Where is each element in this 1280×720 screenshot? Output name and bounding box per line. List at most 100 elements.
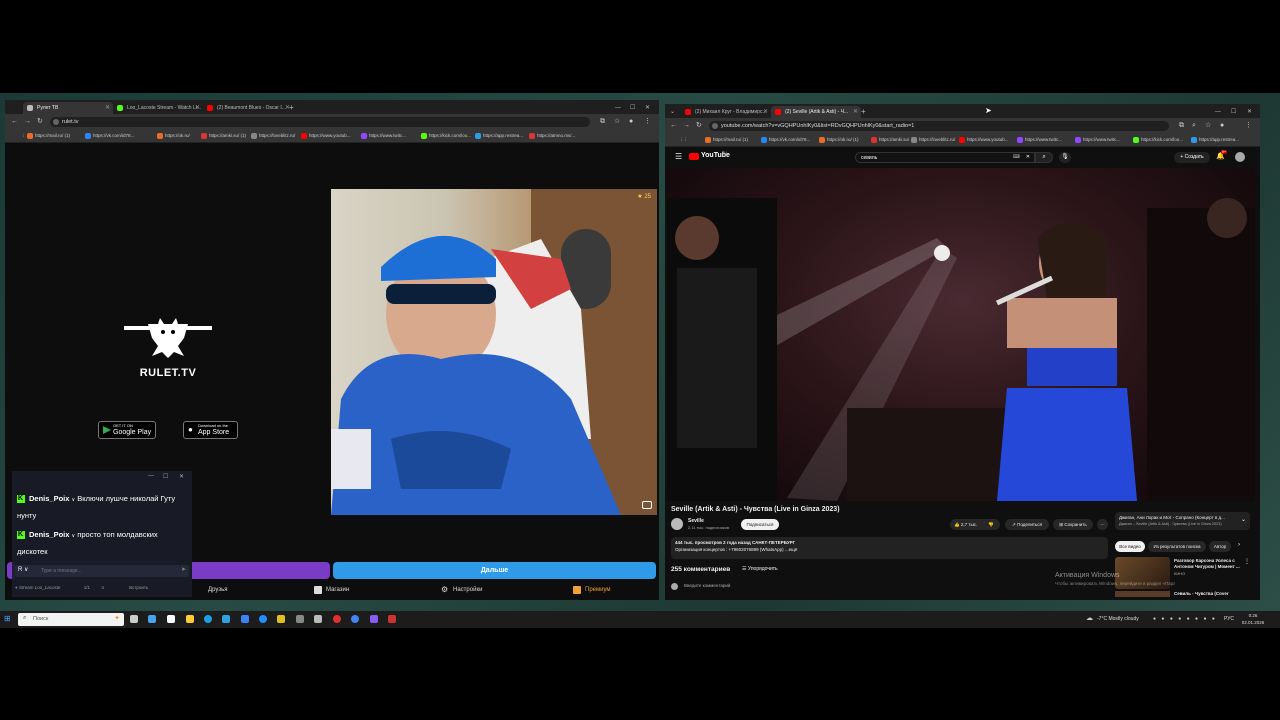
close-icon[interactable]: ✕ bbox=[105, 102, 110, 114]
bookmark-item[interactable]: https://www.youtub... bbox=[301, 131, 351, 141]
chat-username[interactable]: Denis_Poix bbox=[29, 530, 69, 539]
bookmark-item[interactable]: https://loveblitz.ru/ bbox=[251, 131, 295, 141]
clear-search-icon[interactable]: ✕ bbox=[1026, 154, 1030, 160]
next-button[interactable]: Дальше bbox=[333, 562, 656, 579]
more-options-icon[interactable]: ⋮ bbox=[1244, 558, 1250, 565]
bookmark-item[interactable]: https://www.twitc... bbox=[361, 131, 406, 141]
like-button[interactable]: 👍 2,7 тыс. 👎 bbox=[950, 519, 1000, 530]
app-icon[interactable] bbox=[296, 615, 304, 623]
bookmark-item[interactable]: https://loveblitz.ru/ bbox=[911, 135, 955, 145]
stop-button[interactable] bbox=[192, 562, 330, 579]
minimize-icon[interactable]: — bbox=[615, 102, 621, 114]
chevron-down-icon[interactable]: ⌄ bbox=[1241, 516, 1246, 523]
obs-icon[interactable] bbox=[333, 615, 341, 623]
tab-youtube[interactable]: (2) Beaumont Blues - Oscar I... ✕ bbox=[203, 102, 293, 114]
weather-icon[interactable]: ☁ bbox=[1086, 615, 1093, 623]
bookmark-apps-icon[interactable]: ⋮⋮ bbox=[671, 135, 688, 145]
close-icon[interactable]: ✕ bbox=[853, 106, 858, 118]
close-icon[interactable]: ✕ bbox=[195, 102, 200, 114]
recommended-title-2[interactable]: Севиль - Чувства (Cover bbox=[1174, 591, 1229, 596]
bookmark-item[interactable]: https://kick.com/loo... bbox=[1133, 135, 1183, 145]
clock[interactable]: 0:26 02.01.2026 bbox=[1238, 612, 1268, 626]
maximize-icon[interactable]: ☐ bbox=[1231, 106, 1236, 118]
task-view-icon[interactable] bbox=[130, 615, 138, 623]
menu-icon[interactable]: ⋮ bbox=[644, 117, 651, 127]
edge-icon[interactable] bbox=[204, 615, 212, 623]
bookmark-item[interactable]: https://amki.su/ (1) bbox=[201, 131, 246, 141]
chat-close-icon[interactable]: ✕ bbox=[179, 473, 184, 480]
url-input[interactable]: youtube.com/watch?v=vGQHPUnhlKy0&list=RD… bbox=[709, 121, 1169, 131]
recommended-title[interactable]: Разговор Карсона Уолеса с Антоном Чигуро… bbox=[1174, 558, 1240, 569]
media-icon[interactable] bbox=[167, 615, 175, 623]
back-icon[interactable]: ← bbox=[670, 121, 677, 131]
extension-icon[interactable]: ⧉ bbox=[1179, 121, 1184, 131]
bookmark-item[interactable]: https://kick.com/loo... bbox=[421, 131, 471, 141]
tab-youtube-krug[interactable]: (2) Михаил Круг - Владимирс... ✕ bbox=[681, 106, 771, 118]
avatar[interactable] bbox=[1235, 152, 1245, 162]
reload-icon[interactable]: ↻ bbox=[37, 117, 43, 127]
chip-all-videos[interactable]: Все видео bbox=[1115, 541, 1145, 552]
chat-username[interactable]: Denis_Poix bbox=[29, 494, 69, 503]
tab-kick[interactable]: Loo_Lacoste Stream - Watch Li... ✕ bbox=[113, 102, 203, 114]
tab-rulet[interactable]: Рулет ТВ ✕ bbox=[23, 102, 113, 114]
zoom-icon[interactable]: ⌕ bbox=[1192, 121, 1196, 131]
youtube-video-player[interactable] bbox=[667, 168, 1255, 501]
recommended-thumbnail-2[interactable] bbox=[1115, 591, 1170, 597]
minimize-icon[interactable]: — bbox=[1215, 106, 1221, 118]
new-tab-icon[interactable]: + bbox=[861, 106, 866, 118]
google-play-button[interactable]: GET IT ON Google Play bbox=[98, 421, 156, 439]
youtube-search-input[interactable]: севиль ⌨ ✕ bbox=[855, 152, 1035, 163]
youtube-logo-icon[interactable] bbox=[689, 153, 699, 160]
save-button[interactable]: ⊞ Сохранить bbox=[1053, 519, 1093, 530]
maximize-icon[interactable]: ☐ bbox=[630, 102, 635, 114]
telegram-icon[interactable] bbox=[222, 615, 230, 623]
bookmark-star-icon[interactable]: ☆ bbox=[614, 117, 620, 127]
file-explorer-icon[interactable] bbox=[186, 615, 194, 623]
keyboard-icon[interactable]: ⌨ bbox=[1013, 154, 1020, 160]
chat-input[interactable]: R ∨ Type a message... ➤ bbox=[15, 565, 189, 577]
reload-icon[interactable]: ↻ bbox=[696, 121, 702, 131]
start-icon[interactable]: ⊞ bbox=[4, 615, 11, 623]
nav-friends[interactable]: Друзья bbox=[196, 584, 227, 596]
menu-icon[interactable]: ⋮ bbox=[1245, 121, 1252, 131]
close-window-icon[interactable]: ✕ bbox=[645, 102, 650, 114]
profile-icon[interactable]: ● bbox=[1220, 121, 1224, 131]
bookmark-item[interactable]: https://www.twitc... bbox=[1017, 135, 1062, 145]
browser-icon[interactable] bbox=[259, 615, 267, 623]
camera-icon[interactable] bbox=[642, 501, 652, 509]
comment-input[interactable]: Введите комментарий bbox=[684, 583, 730, 588]
app-icon[interactable] bbox=[314, 615, 322, 623]
bookmark-item[interactable]: https://app.restrea... bbox=[475, 131, 523, 141]
sort-button[interactable]: ☰ Упорядочить bbox=[742, 566, 778, 572]
platform-icon[interactable]: R ∨ bbox=[18, 566, 28, 573]
bookmark-item[interactable]: https://ok.ru/ bbox=[157, 131, 190, 141]
chat-minimize-icon[interactable]: — bbox=[148, 473, 154, 479]
send-icon[interactable]: ➤ bbox=[181, 566, 186, 573]
app-icon[interactable] bbox=[370, 615, 378, 623]
extension-icon[interactable]: ⧉ bbox=[600, 117, 605, 127]
app-store-button[interactable]: ● Download on the App Store bbox=[183, 421, 238, 439]
bookmark-item[interactable]: https://vk.com/id78... bbox=[85, 131, 134, 141]
rulet-logo[interactable]: RULET.TV bbox=[118, 310, 218, 382]
more-actions-icon[interactable]: ⋯ bbox=[1097, 519, 1108, 530]
bookmark-item[interactable]: https://mail.ru/ (1) bbox=[27, 131, 70, 141]
bookmark-item[interactable]: https://app.restrea... bbox=[1191, 135, 1239, 145]
channel-name[interactable]: Seville bbox=[688, 518, 704, 524]
close-window-icon[interactable]: ✕ bbox=[1247, 106, 1252, 118]
description-box[interactable]: 444 тыс. просмотров 2 года назад САНКТ-П… bbox=[671, 537, 1108, 559]
create-button[interactable]: + Создать bbox=[1174, 152, 1210, 163]
app-icon[interactable] bbox=[277, 615, 285, 623]
widgets-icon[interactable] bbox=[148, 615, 156, 623]
channel-avatar[interactable] bbox=[671, 518, 683, 530]
profile-icon[interactable]: ● bbox=[629, 117, 633, 127]
bookmark-item[interactable]: https://mail.ru/ (1) bbox=[705, 135, 748, 145]
chip-author[interactable]: Автор bbox=[1209, 541, 1231, 552]
bookmark-item[interactable]: https://www.youtub... bbox=[959, 135, 1009, 145]
nav-settings[interactable]: ⚙ Настройки bbox=[441, 584, 482, 596]
forward-icon[interactable]: → bbox=[24, 117, 31, 127]
app-icon[interactable] bbox=[388, 615, 396, 623]
tab-youtube-seville[interactable]: (2) Seville (Artik & Asti) - Ч... ✕ bbox=[771, 106, 861, 118]
search-button[interactable]: ⌕ bbox=[1035, 152, 1053, 163]
forward-icon[interactable]: → bbox=[683, 121, 690, 131]
back-icon[interactable]: ← bbox=[11, 117, 18, 127]
